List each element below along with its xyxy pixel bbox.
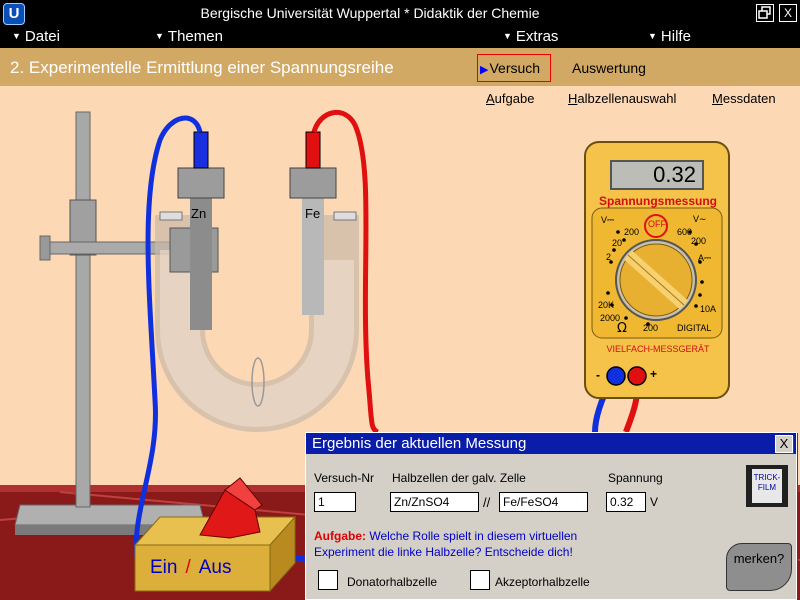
positive-jack[interactable] — [627, 366, 647, 386]
task-text: Aufgabe: Welche Rolle spielt in diesem v… — [314, 529, 578, 559]
fe-label: Fe — [305, 206, 320, 221]
label-halbzellen: Halbzellen der galv. Zelle — [392, 471, 526, 485]
range-200-ac: 200 — [691, 236, 707, 246]
tab-versuch[interactable]: ▶Versuch — [477, 54, 551, 82]
play-arrow-icon: ▶ — [480, 64, 489, 76]
tab-auswertung[interactable]: Auswertung — [572, 60, 646, 76]
blue-connector — [193, 131, 209, 169]
range-20k: 20K — [598, 300, 615, 310]
negative-jack[interactable] — [606, 366, 626, 386]
range-v-ac: V∼ — [693, 214, 707, 224]
menu-hilfe[interactable]: ▼ Hilfe — [648, 28, 691, 45]
cell-separator: // — [483, 495, 491, 510]
close-icon[interactable]: X — [779, 4, 797, 22]
range-200-ohm: 200 — [643, 323, 659, 333]
left-halfcell-field[interactable]: Zn/ZnSO4 — [390, 492, 479, 512]
multimeter-brand: VIELFACH-MESSGERÄT — [606, 344, 710, 354]
restore-icon[interactable] — [756, 4, 774, 22]
range-a-dc: A⎓ — [698, 253, 712, 263]
range-600: 600 — [677, 227, 693, 237]
range-off: OFF — [648, 219, 666, 229]
dialog-close-button[interactable]: X — [775, 435, 793, 453]
menu-extras[interactable]: ▼ Extras — [503, 28, 558, 45]
red-connector — [305, 131, 321, 169]
switch-label[interactable]: Ein / Aus — [150, 557, 232, 579]
left-stopper — [177, 167, 225, 199]
merken-button[interactable]: merken? — [726, 543, 792, 591]
multimeter-display: 0.32 — [610, 160, 704, 190]
menu-datei[interactable]: ▼ Datei — [12, 28, 60, 45]
stand-rod — [75, 111, 91, 508]
positive-sign: + — [650, 367, 658, 381]
right-stopper — [289, 167, 337, 199]
dropdown-triangle-icon: ▼ — [648, 31, 657, 41]
dropdown-triangle-icon: ▼ — [503, 31, 512, 41]
range-2000: 2000 — [600, 313, 621, 323]
page-header: 2. Experimentelle Ermittlung einer Spann… — [0, 48, 800, 86]
right-halfcell-field[interactable]: Fe/FeSO4 — [499, 492, 588, 512]
menu-themen[interactable]: ▼ Themen — [155, 28, 223, 45]
range-200-v: 200 — [624, 227, 640, 237]
result-dialog: Ergebnis der aktuellen Messung X Versuch… — [305, 432, 797, 600]
film-icon: TRICK- FILM — [752, 469, 782, 503]
versuch-nr-field[interactable]: 1 — [314, 492, 356, 512]
dialog-title: Ergebnis der aktuellen Messung — [312, 435, 527, 452]
dropdown-triangle-icon: ▼ — [155, 31, 164, 41]
voltage-unit: V — [650, 495, 659, 509]
page-title: 2. Experimentelle Ermittlung einer Spann… — [10, 58, 394, 77]
donator-checkbox[interactable] — [318, 570, 338, 590]
trickfilm-button[interactable]: TRICK- FILM — [746, 465, 788, 507]
title-bar: U Bergische Universität Wuppertal * Dida… — [0, 0, 800, 26]
dropdown-triangle-icon: ▼ — [12, 31, 21, 41]
window-title: Bergische Universität Wuppertal * Didakt… — [200, 5, 540, 21]
label-spannung: Spannung — [608, 471, 663, 485]
menu-bar: ▼ Datei ▼ Themen ▼ Extras ▼ Hilfe — [0, 26, 800, 48]
akzeptor-checkbox[interactable] — [470, 570, 490, 590]
range-v-dc: V⎓ — [601, 215, 615, 225]
multimeter-heading: Spannungsmessung — [598, 194, 717, 208]
range-2: 2 — [606, 252, 612, 262]
digital-label: DIGITAL — [677, 323, 712, 333]
label-versuch-nr: Versuch-Nr — [314, 471, 375, 485]
range-10a: 10A — [700, 304, 717, 314]
ohm-icon: Ω — [617, 321, 627, 336]
donator-label: Donatorhalbzelle — [347, 575, 438, 589]
negative-sign: - — [596, 368, 600, 382]
akzeptor-label: Akzeptorhalbzelle — [495, 575, 590, 589]
voltage-field[interactable]: 0.32 — [606, 492, 646, 512]
range-20: 20 — [612, 238, 623, 248]
zn-label: Zn — [191, 206, 206, 221]
dialog-titlebar: Ergebnis der aktuellen Messung X — [306, 433, 796, 454]
